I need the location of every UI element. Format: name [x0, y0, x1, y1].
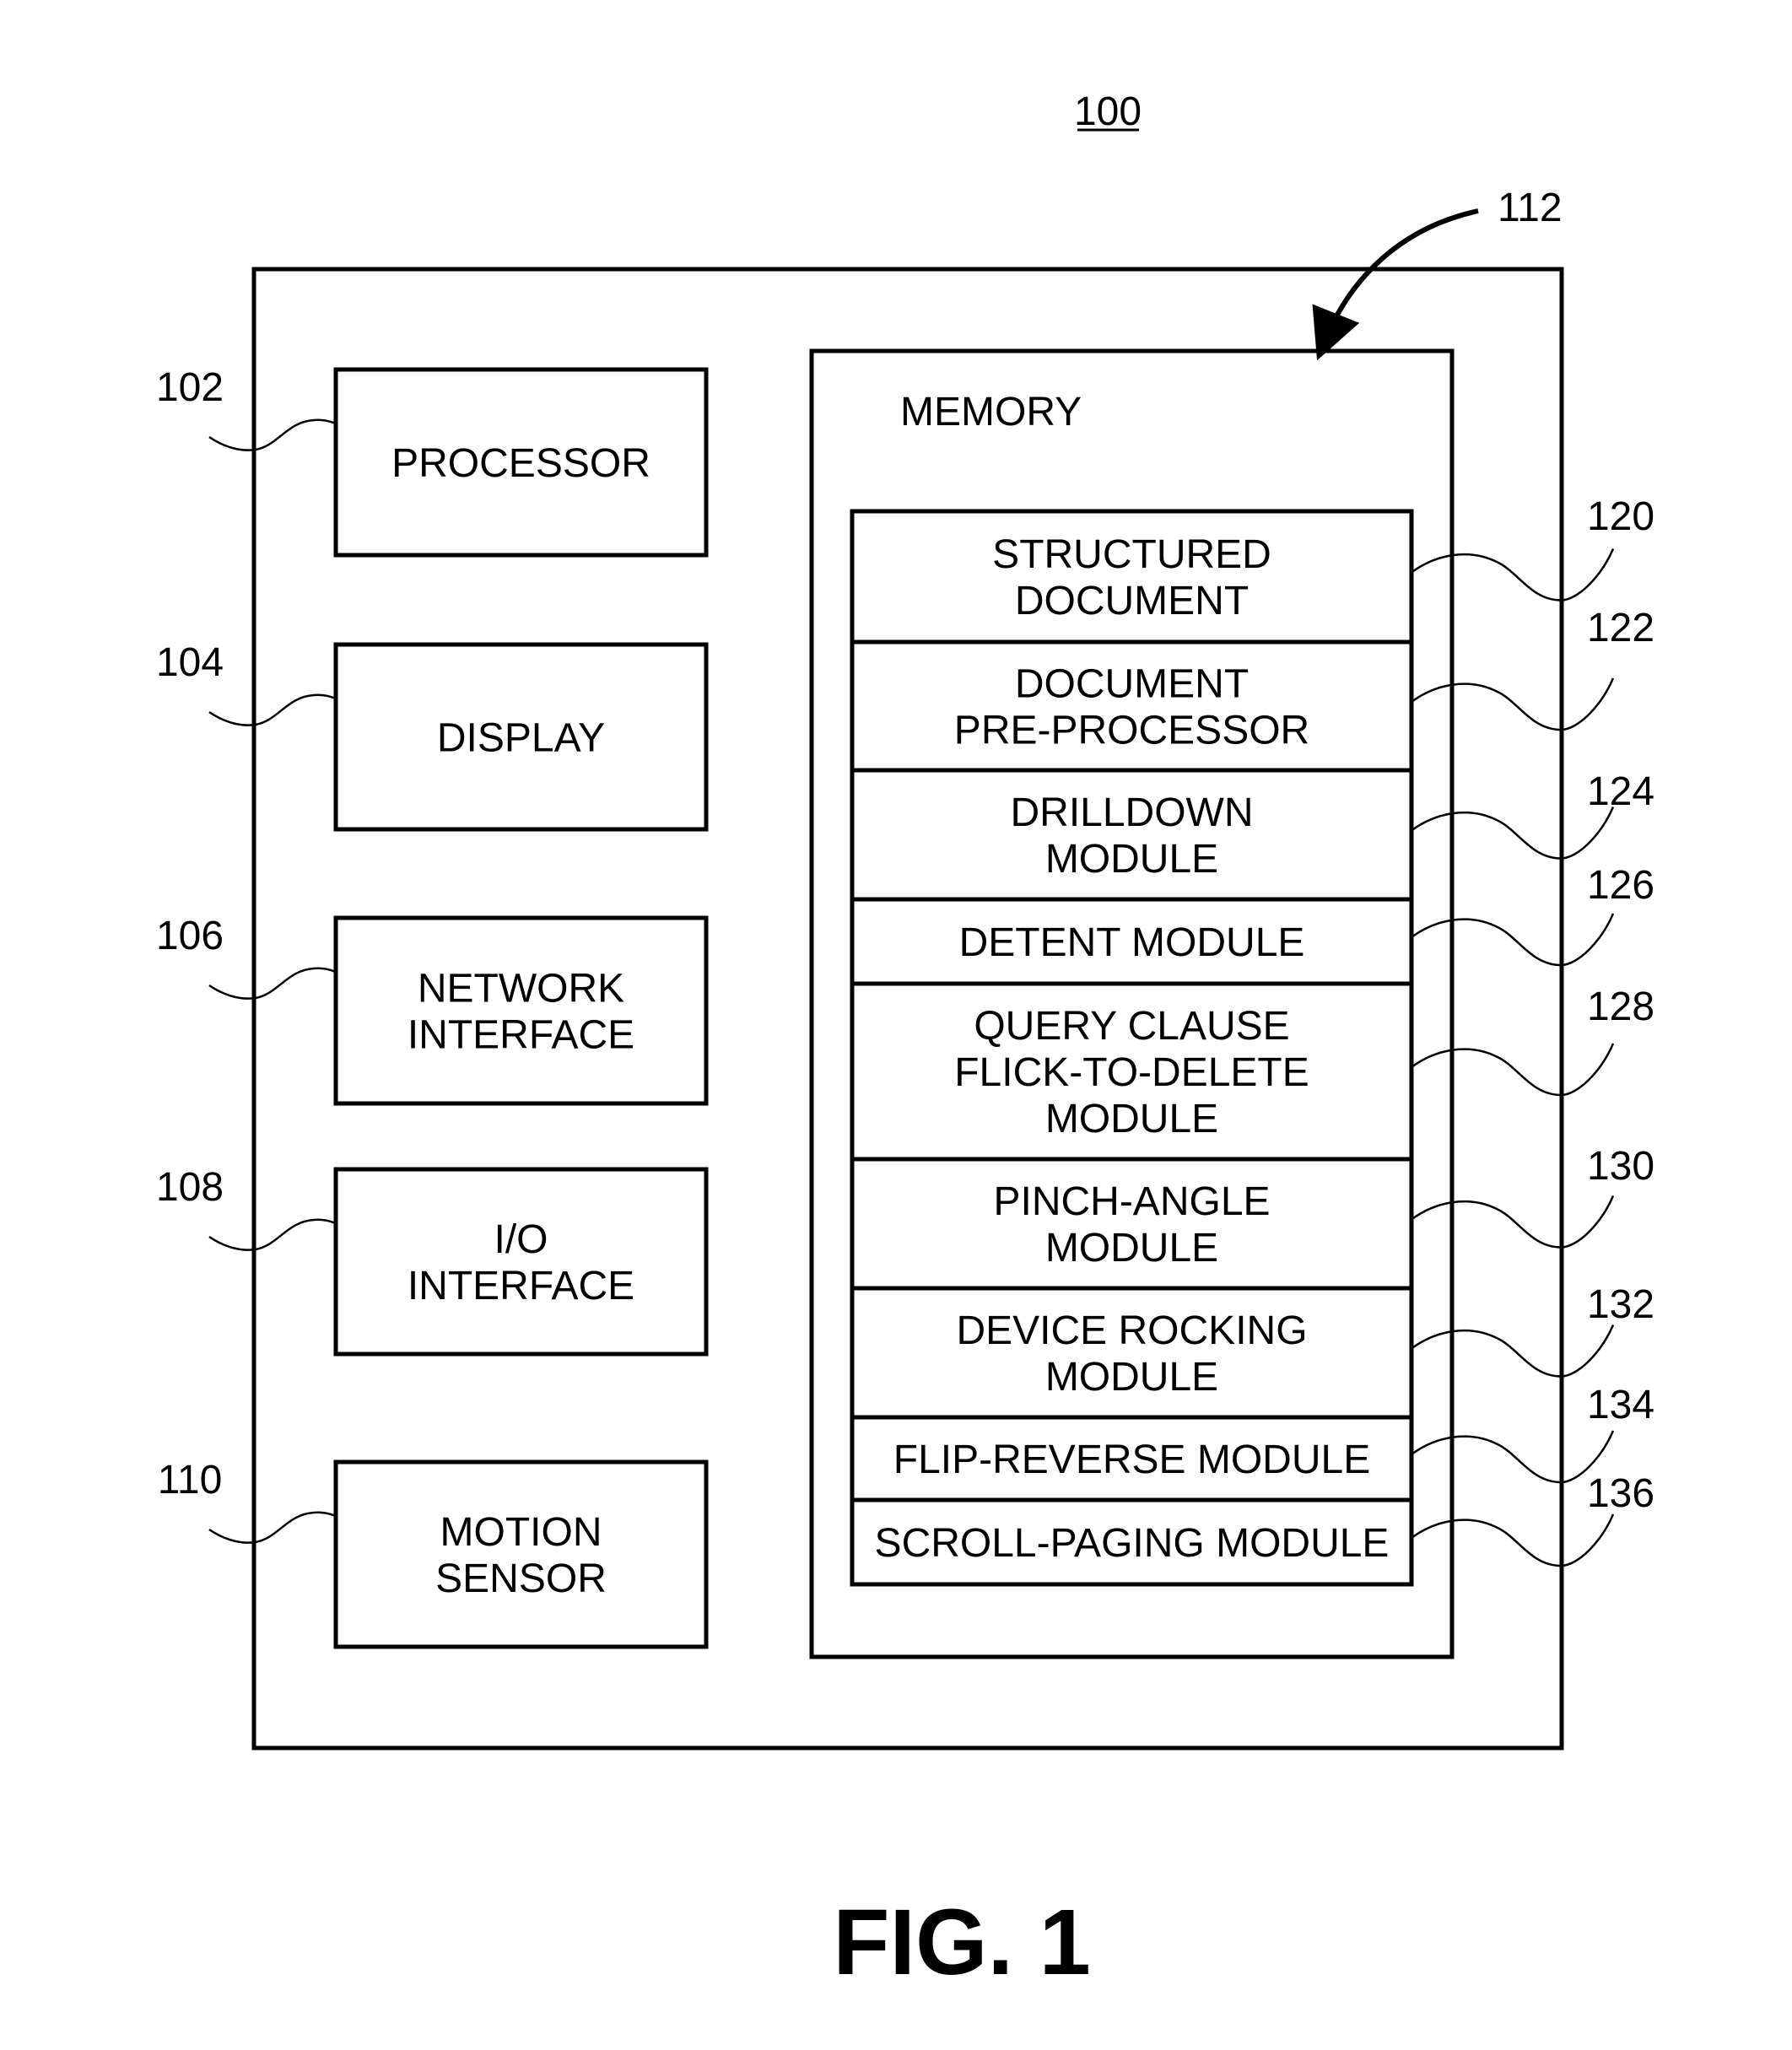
ref-number-126: 126	[1587, 863, 1654, 908]
query-clause-flick-to-delete-module-label-line: MODULE	[1045, 1097, 1218, 1141]
pinch-angle-module-label-line: PINCH-ANGLE	[993, 1179, 1270, 1224]
motion-sensor-leader-line	[208, 1511, 337, 1544]
document-pre-processor-leader-line	[1411, 677, 1615, 731]
ref-number-136: 136	[1587, 1471, 1654, 1516]
system-ref-number: 100	[1074, 89, 1142, 134]
flip-reverse-module-label-line: FLIP-REVERSE MODULE	[893, 1438, 1370, 1482]
module-flip-reverse-module: FLIP-REVERSE MODULE 134	[852, 1383, 1654, 1484]
i-o-interface-label-line: I/O	[494, 1217, 548, 1262]
module-device-rocking-module: DEVICE ROCKINGMODULE 132	[852, 1282, 1654, 1400]
ref-number-134: 134	[1587, 1383, 1654, 1427]
ref-number-122: 122	[1587, 606, 1654, 650]
scroll-paging-module-leader-line	[1411, 1513, 1615, 1567]
module-detent-module: DETENT MODULE 126	[852, 863, 1654, 967]
flip-reverse-module-leader-line	[1411, 1430, 1615, 1484]
module-query-clause-flick-to-delete-module: QUERY CLAUSEFLICK-TO-DELETEMODULE 128	[852, 981, 1654, 1141]
ref-number-106: 106	[156, 914, 224, 958]
detent-module-leader-line	[1411, 913, 1615, 967]
document-pre-processor-label-line: DOCUMENT	[1015, 662, 1249, 707]
pinch-angle-module-leader-line	[1411, 1195, 1615, 1249]
ref-number-124: 124	[1587, 769, 1654, 814]
processor-leader-line	[208, 418, 337, 451]
ref-number-130: 130	[1587, 1144, 1654, 1189]
ref-number-104: 104	[156, 640, 224, 685]
ref-number-128: 128	[1587, 985, 1654, 1029]
block-diagram: 100 112 PROCESSOR102DISPLAY104NETWORKINT…	[156, 89, 1654, 1994]
ref-number-120: 120	[1587, 494, 1654, 539]
query-clause-flick-to-delete-module-label-line: QUERY CLAUSE	[974, 1004, 1289, 1049]
query-clause-flick-to-delete-module-label-line: FLICK-TO-DELETE	[954, 1050, 1309, 1095]
motion-sensor-label-line: MOTION	[440, 1510, 602, 1555]
memory-title: MEMORY	[900, 390, 1082, 434]
structured-document-label-line: STRUCTURED	[992, 532, 1271, 577]
drilldown-module-label-line: MODULE	[1045, 837, 1218, 882]
display-leader-line	[208, 693, 337, 726]
module-scroll-paging-module: SCROLL-PAGING MODULE 136	[852, 1471, 1654, 1567]
module-document-pre-processor: DOCUMENTPRE-PROCESSOR 122	[852, 606, 1654, 753]
query-clause-flick-to-delete-module-leader-line	[1411, 1043, 1615, 1097]
component-network-interface: NETWORKINTERFACE 106	[156, 914, 709, 1106]
network-interface-label-line: INTERFACE	[408, 1013, 634, 1058]
ref-number-110: 110	[158, 1458, 223, 1502]
component-i-o-interface: I/OINTERFACE 108	[156, 1165, 709, 1357]
component-list: PROCESSOR102DISPLAY104NETWORKINTERFACE10…	[156, 365, 709, 1649]
detent-module-label-line: DETENT MODULE	[959, 920, 1305, 965]
display-label-line: DISPLAY	[437, 716, 605, 761]
structured-document-leader-line	[1411, 548, 1615, 602]
memory-ref-arrow	[1312, 208, 1479, 361]
network-interface-label-line: NETWORK	[418, 967, 624, 1012]
ref-number-132: 132	[1587, 1282, 1654, 1327]
i-o-interface-label-line: INTERFACE	[408, 1264, 634, 1308]
motion-sensor-label-line: SENSOR	[435, 1556, 607, 1601]
component-motion-sensor: MOTIONSENSOR 110	[158, 1458, 709, 1649]
ref-number-102: 102	[156, 365, 224, 410]
figure-label: FIG. 1	[833, 1891, 1091, 1994]
drilldown-module-leader-line	[1411, 807, 1615, 860]
memory-ref-number: 112	[1498, 186, 1563, 230]
processor-label-line: PROCESSOR	[391, 441, 650, 486]
module-structured-document: STRUCTUREDDOCUMENT 120	[992, 494, 1654, 623]
module-list: STRUCTUREDDOCUMENT120DOCUMENTPRE-PROCESS…	[852, 494, 1654, 1567]
structured-document-label-line: DOCUMENT	[1015, 579, 1249, 623]
document-pre-processor-label-line: PRE-PROCESSOR	[954, 709, 1309, 753]
module-drilldown-module: DRILLDOWNMODULE 124	[852, 768, 1654, 882]
pinch-angle-module-label-line: MODULE	[1045, 1226, 1218, 1270]
ref-number-108: 108	[156, 1165, 224, 1210]
module-pinch-angle-module: PINCH-ANGLEMODULE 130	[852, 1144, 1654, 1270]
device-rocking-module-label-line: DEVICE ROCKING	[956, 1308, 1307, 1353]
i-o-interface-leader-line	[208, 1218, 337, 1251]
device-rocking-module-leader-line	[1411, 1324, 1615, 1378]
device-rocking-module-label-line: MODULE	[1045, 1355, 1218, 1400]
scroll-paging-module-label-line: SCROLL-PAGING MODULE	[875, 1521, 1390, 1566]
component-processor: PROCESSOR 102	[156, 365, 709, 558]
drilldown-module-label-line: DRILLDOWN	[1010, 790, 1253, 835]
network-interface-leader-line	[208, 967, 337, 1000]
component-display: DISPLAY 104	[156, 640, 709, 832]
